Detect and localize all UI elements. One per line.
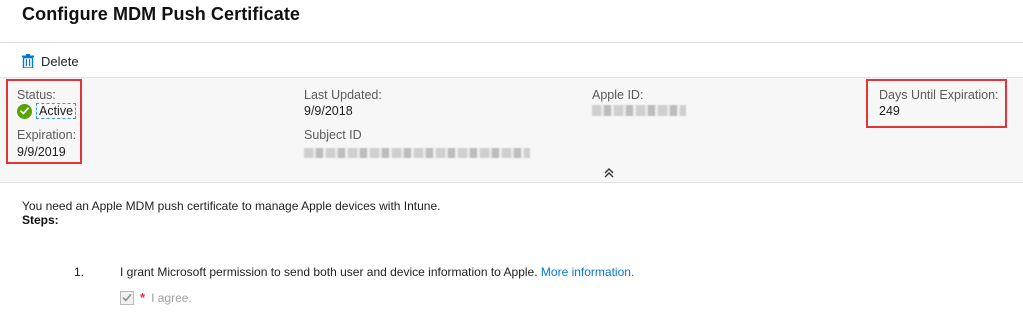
trash-icon xyxy=(22,54,34,68)
status-value: Active xyxy=(17,103,77,119)
checkmark-circle-icon xyxy=(17,103,32,119)
step-number: 1. xyxy=(74,265,85,279)
status-label: Status: xyxy=(17,88,56,102)
last-updated-value: 9/9/2018 xyxy=(304,104,353,118)
last-updated-label: Last Updated: xyxy=(304,88,382,102)
header-divider xyxy=(0,42,1023,43)
command-bar: Delete xyxy=(22,51,79,71)
expiration-value: 9/9/2019 xyxy=(17,145,66,159)
delete-button[interactable]: Delete xyxy=(22,54,79,69)
agree-label: I agree. xyxy=(151,290,192,305)
step-description: I grant Microsoft permission to send bot… xyxy=(120,265,538,279)
checkmark-icon xyxy=(122,293,132,302)
steps-heading: Steps: xyxy=(22,213,59,227)
required-indicator: * xyxy=(140,290,146,305)
expiration-label: Expiration: xyxy=(17,128,77,142)
status-value-text[interactable]: Active xyxy=(36,103,77,119)
double-chevron-up-icon[interactable] xyxy=(603,166,615,180)
apple-id-label: Apple ID: xyxy=(592,88,644,102)
subject-id-label: Subject ID xyxy=(304,128,362,142)
agree-row: * I agree. xyxy=(120,290,192,305)
agree-checkbox[interactable] xyxy=(120,290,134,305)
apple-id-value-redacted xyxy=(592,105,686,116)
page-title: Configure MDM Push Certificate xyxy=(22,4,301,24)
more-information-link[interactable]: More information. xyxy=(541,265,634,279)
days-until-expiration-label: Days Until Expiration: xyxy=(879,88,999,102)
intro-text: You need an Apple MDM push certificate t… xyxy=(22,199,441,213)
step-text: I grant Microsoft permission to send bot… xyxy=(120,265,634,279)
days-until-expiration-value: 249 xyxy=(879,104,900,118)
subject-id-value-redacted xyxy=(304,148,530,158)
delete-button-label: Delete xyxy=(41,53,79,69)
